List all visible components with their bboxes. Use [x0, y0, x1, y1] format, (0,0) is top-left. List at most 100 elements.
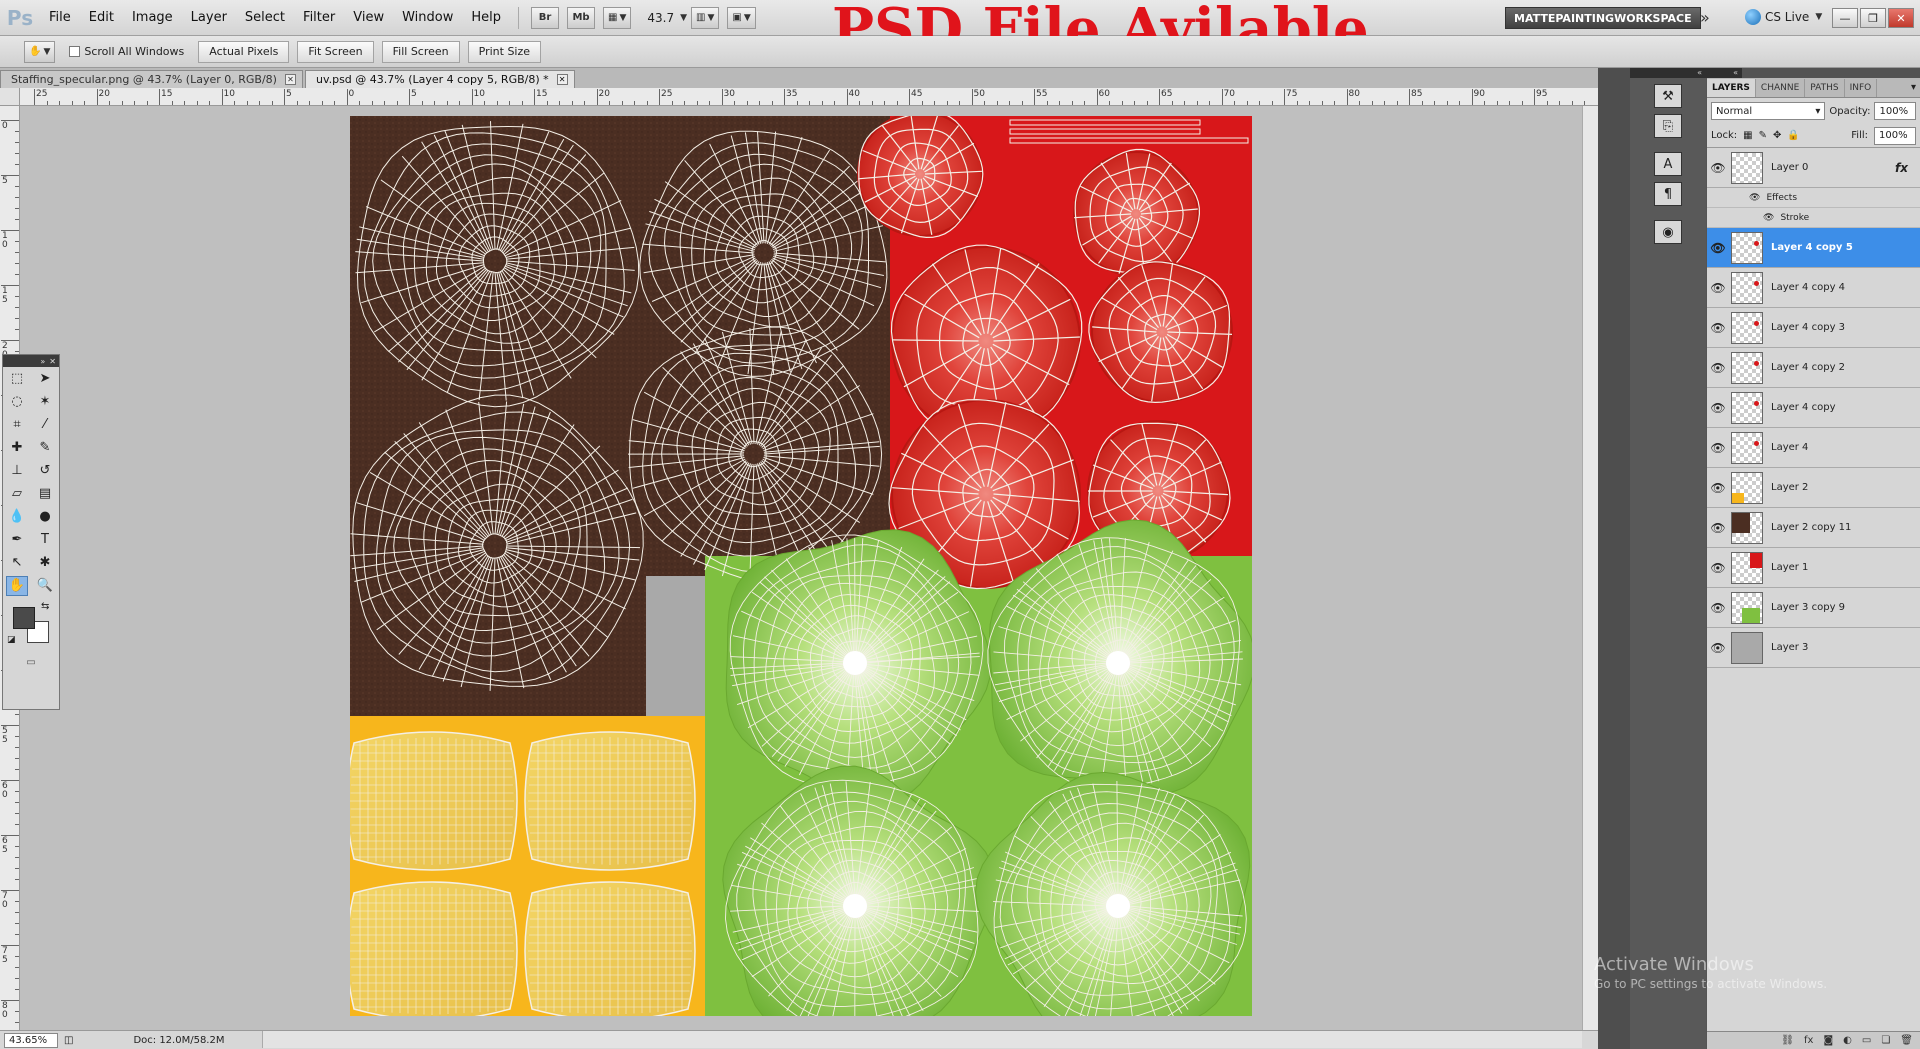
layer-row[interactable]: 👁 Layer 4 copy 5	[1707, 228, 1920, 268]
link-layers-icon[interactable]: ⛓	[1781, 1035, 1794, 1046]
menu-filter[interactable]: Filter	[294, 10, 344, 25]
status-info-icon[interactable]: ◫	[64, 1035, 73, 1046]
layer-row[interactable]: 👁 Layer 0 fx	[1707, 148, 1920, 188]
visibility-eye-icon[interactable]: 👁	[1707, 321, 1729, 335]
new-group-icon[interactable]: ▭	[1862, 1035, 1871, 1046]
tab-paths[interactable]: PATHS	[1805, 79, 1845, 97]
brush-icon[interactable]: ✎	[34, 438, 56, 458]
stroke-effect-row[interactable]: 👁 Stroke	[1707, 208, 1920, 228]
dodge-icon[interactable]: ●	[34, 507, 56, 527]
marquee-icon[interactable]: ⬚	[6, 369, 28, 389]
path-select-icon[interactable]: ↖	[6, 553, 28, 573]
delete-layer-icon[interactable]: 🗑	[1900, 1035, 1913, 1046]
visibility-eye-icon[interactable]: 👁	[1707, 481, 1729, 495]
camera-icon[interactable]: ◉	[1654, 220, 1682, 244]
visibility-eye-icon[interactable]: 👁	[1707, 281, 1729, 295]
gradient-icon[interactable]: ▤	[34, 484, 56, 504]
blur-icon[interactable]: 💧	[6, 507, 28, 527]
mini-bridge-button[interactable]: Mb	[567, 6, 595, 29]
menu-select[interactable]: Select	[236, 10, 294, 25]
collapse-icon[interactable]: »	[40, 357, 45, 366]
default-colors-icon[interactable]: ◪	[7, 635, 16, 645]
fill-screen-button[interactable]: Fill Screen	[381, 40, 460, 63]
menu-layer[interactable]: Layer	[182, 10, 236, 25]
tab-staffing-specular[interactable]: Staffing_specular.png @ 43.7% (Layer 0, …	[0, 70, 303, 88]
paragraph-panel-icon[interactable]: ¶	[1654, 182, 1682, 206]
dock-collapse-icon[interactable]: «	[1630, 68, 1706, 78]
brush-presets-icon[interactable]: ⚒	[1654, 84, 1682, 108]
workspace-switcher-button[interactable]: MATTEPAINTINGWORKSPACE	[1505, 7, 1701, 29]
layer-name[interactable]: Layer 3	[1771, 642, 1808, 653]
visibility-eye-icon[interactable]: 👁	[1707, 601, 1729, 615]
healing-brush-icon[interactable]: ✚	[6, 438, 28, 458]
tab-channels[interactable]: CHANNE	[1756, 79, 1806, 97]
visibility-eye-icon[interactable]: 👁	[1707, 401, 1729, 415]
effects-row[interactable]: 👁 Effects	[1707, 188, 1920, 208]
zoom-dropdown-arrow-icon[interactable]: ▼	[680, 13, 687, 23]
visibility-eye-icon[interactable]: 👁	[1763, 213, 1774, 223]
screen-mode-button[interactable]: ▣ ▼	[727, 6, 756, 29]
panel-menu-icon[interactable]: ▾	[1911, 82, 1916, 93]
fit-screen-button[interactable]: Fit Screen	[297, 40, 374, 63]
eraser-icon[interactable]: ▱	[6, 484, 28, 504]
lock-pixels-icon[interactable]: ✎	[1759, 130, 1767, 141]
crop-icon[interactable]: ⌗	[6, 415, 28, 435]
dock-collapse-icon[interactable]: «	[1706, 68, 1742, 78]
visibility-eye-icon[interactable]: 👁	[1707, 241, 1729, 255]
menu-help[interactable]: Help	[462, 10, 510, 25]
layer-row[interactable]: 👁 Layer 2 copy 11	[1707, 508, 1920, 548]
tab-uv-psd[interactable]: uv.psd @ 43.7% (Layer 4 copy 5, RGB/8) *…	[304, 70, 575, 88]
layer-row[interactable]: 👁 Layer 4 copy	[1707, 388, 1920, 428]
minimize-button[interactable]: —	[1832, 8, 1858, 28]
print-size-button[interactable]: Print Size	[467, 40, 542, 63]
move-icon[interactable]: ➤	[34, 369, 56, 389]
layer-name[interactable]: Layer 3 copy 9	[1771, 602, 1845, 613]
new-layer-icon[interactable]: ❏	[1881, 1035, 1890, 1046]
uv-texture-document[interactable]	[346, 110, 1256, 1030]
launch-bridge-button[interactable]: Br	[531, 6, 559, 29]
clone-source-icon[interactable]: ⎘	[1654, 114, 1682, 138]
menu-file[interactable]: File	[40, 10, 80, 25]
actual-pixels-button[interactable]: Actual Pixels	[198, 40, 290, 63]
close-tab-icon[interactable]: ✕	[284, 74, 296, 85]
visibility-eye-icon[interactable]: 👁	[1707, 521, 1729, 535]
horizontal-scrollbar[interactable]	[262, 1031, 1582, 1048]
layer-style-icon[interactable]: fx	[1804, 1035, 1813, 1046]
adjustment-layer-icon[interactable]: ◐	[1843, 1035, 1852, 1046]
canvas-area[interactable]	[20, 106, 1582, 1030]
lock-position-icon[interactable]: ✥	[1773, 130, 1781, 141]
layer-row[interactable]: 👁 Layer 4 copy 4	[1707, 268, 1920, 308]
opacity-field[interactable]: 100%	[1874, 102, 1916, 120]
stamp-icon[interactable]: ⊥	[6, 461, 28, 481]
close-icon[interactable]: ✕	[49, 357, 56, 366]
maximize-button[interactable]: ❐	[1860, 8, 1886, 28]
shape-icon[interactable]: ✱	[34, 553, 56, 573]
layer-row[interactable]: 👁 Layer 1	[1707, 548, 1920, 588]
view-extras-button[interactable]: ▦ ▼	[603, 6, 632, 29]
more-workspaces-icon[interactable]: »	[1700, 8, 1710, 27]
layer-row[interactable]: 👁 Layer 2	[1707, 468, 1920, 508]
visibility-eye-icon[interactable]: 👁	[1707, 561, 1729, 575]
type-icon[interactable]: T	[34, 530, 56, 550]
visibility-eye-icon[interactable]: 👁	[1707, 361, 1729, 375]
status-zoom-field[interactable]: 43.65%	[4, 1032, 58, 1048]
layer-name[interactable]: Layer 4 copy 4	[1771, 282, 1845, 293]
history-brush-icon[interactable]: ↺	[34, 461, 56, 481]
layer-effects-icon[interactable]: fx	[1895, 161, 1908, 175]
layer-name[interactable]: Layer 4	[1771, 442, 1808, 453]
close-window-button[interactable]: ✕	[1888, 8, 1914, 28]
layer-row[interactable]: 👁 Layer 4 copy 2	[1707, 348, 1920, 388]
quick-mask-icon[interactable]: ▭	[3, 657, 59, 671]
lock-transparency-icon[interactable]: ▦	[1743, 130, 1752, 141]
tab-layers[interactable]: LAYERS	[1707, 79, 1756, 97]
layer-name[interactable]: Layer 2 copy 11	[1771, 522, 1851, 533]
character-panel-icon[interactable]: A	[1654, 152, 1682, 176]
blend-mode-select[interactable]: Normal ▾	[1711, 102, 1826, 120]
layer-name[interactable]: Layer 4 copy 3	[1771, 322, 1845, 333]
layer-name[interactable]: Layer 4 copy	[1771, 402, 1835, 413]
menu-window[interactable]: Window	[393, 10, 462, 25]
visibility-eye-icon[interactable]: 👁	[1707, 641, 1729, 655]
menu-view[interactable]: View	[344, 10, 393, 25]
visibility-eye-icon[interactable]: 👁	[1707, 161, 1729, 175]
scroll-all-windows-checkbox[interactable]	[69, 46, 81, 57]
